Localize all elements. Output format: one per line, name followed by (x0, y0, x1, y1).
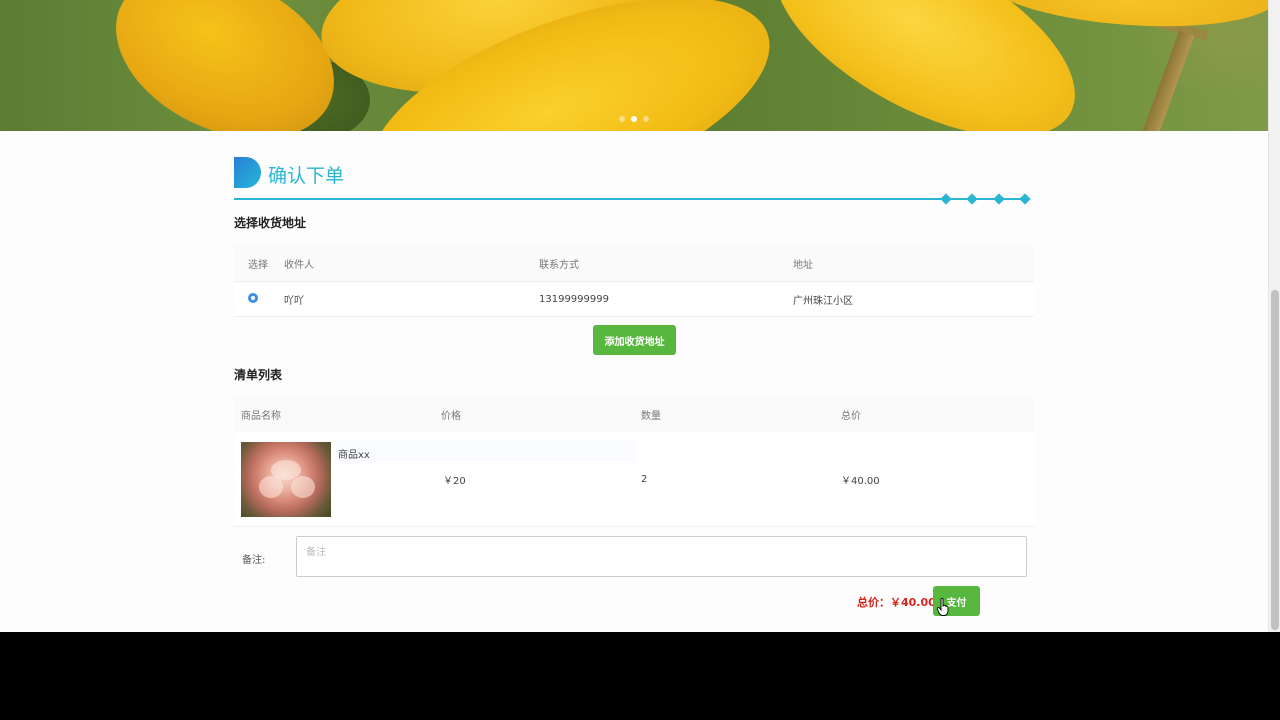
order-item-row: 商品xx ￥20 2 ￥40.00 (234, 432, 1034, 527)
phone-cell: 13199999999 (539, 293, 609, 305)
price-cell: ￥20 (443, 475, 466, 487)
recipient-cell: 吖吖 (284, 295, 304, 307)
carousel-dot-active[interactable] (631, 116, 637, 122)
address-select-cell (234, 292, 284, 306)
column-header: 商品名称 (241, 410, 281, 422)
vertical-scrollbar[interactable] (1268, 0, 1280, 632)
order-confirm-page: 确认下单 选择收货地址 选择 收件人 联系方式 地址 吖吖 1319999999… (0, 0, 1268, 632)
column-header: 总价 (841, 410, 861, 422)
address-row[interactable]: 吖吖 13199999999 广州珠江小区 (234, 281, 1034, 317)
order-list-table: 商品名称 价格 数量 总价 商品xx ￥20 2 ￥40.00 (234, 396, 1034, 527)
succulent-leaf (291, 476, 315, 498)
title-underline (234, 198, 1030, 200)
order-list-header: 商品名称 价格 数量 总价 (234, 396, 1034, 432)
page-header: 确认下单 (234, 157, 1034, 207)
hand-cursor-icon (937, 598, 949, 616)
banner-petal (89, 0, 361, 131)
column-header: 数量 (641, 410, 661, 422)
banner-petal (744, 0, 1106, 131)
remark-label: 备注: (242, 555, 266, 566)
diamond-icon (940, 193, 952, 205)
carousel-indicators (619, 116, 649, 122)
title-logo-icon (234, 157, 261, 188)
product-thumbnail-image (241, 442, 331, 517)
column-header: 选择 (248, 259, 268, 271)
address-table: 选择 收件人 联系方式 地址 吖吖 13199999999 广州珠江小区 (234, 245, 1034, 317)
address-radio[interactable] (248, 292, 258, 303)
diamond-icon (993, 193, 1005, 205)
page-title: 确认下单 (268, 165, 345, 187)
order-list-label: 清单列表 (234, 368, 283, 382)
column-header: 收件人 (284, 259, 314, 271)
screen-bottom-area (0, 632, 1280, 720)
banner-carousel[interactable] (0, 0, 1268, 131)
product-name-band (336, 440, 636, 462)
order-total: 总价：￥40.00 (857, 596, 936, 609)
carousel-dot[interactable] (619, 116, 625, 122)
column-header: 地址 (793, 259, 813, 271)
diamond-icon (966, 193, 978, 205)
column-header: 价格 (441, 410, 461, 422)
address-cell: 广州珠江小区 (793, 295, 853, 307)
banner-stem (1141, 30, 1195, 131)
scrollbar-thumb[interactable] (1271, 290, 1279, 630)
address-table-header: 选择 收件人 联系方式 地址 (234, 245, 1034, 281)
item-total-cell: ￥40.00 (841, 475, 880, 487)
succulent-leaf (259, 476, 283, 498)
diamond-icon (1019, 193, 1031, 205)
column-header: 联系方式 (539, 259, 579, 271)
remark-textarea[interactable] (296, 536, 1027, 577)
add-address-button[interactable]: 添加收货地址 (593, 325, 676, 355)
address-section-label: 选择收货地址 (234, 216, 307, 230)
product-name: 商品xx (338, 450, 370, 461)
carousel-dot[interactable] (643, 116, 649, 122)
quantity-cell: 2 (641, 473, 648, 485)
